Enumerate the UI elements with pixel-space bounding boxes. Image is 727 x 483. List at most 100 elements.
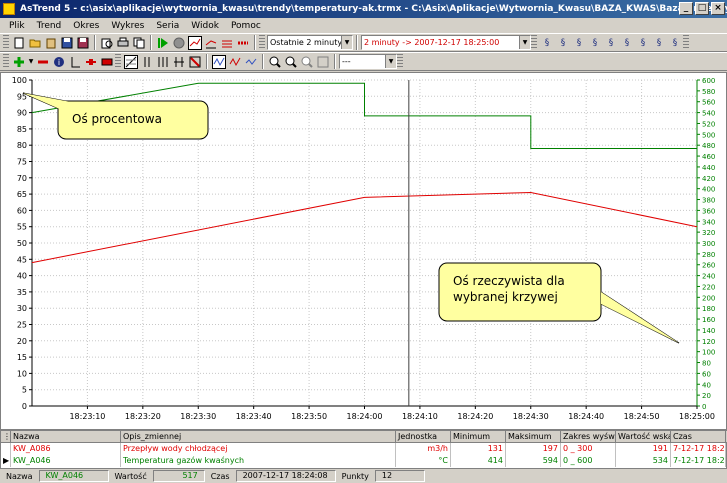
wave-2-icon[interactable] — [228, 55, 242, 69]
new-file-icon[interactable] — [12, 36, 26, 50]
menu-pomoc[interactable]: Pomoc — [225, 21, 267, 31]
x-axis-tick-label: 18:23:40 — [236, 412, 272, 421]
maximize-button[interactable]: □ — [695, 2, 709, 15]
nav-next-page-icon[interactable]: § — [636, 36, 650, 50]
nav-prev-page-icon[interactable]: § — [556, 36, 570, 50]
zoom-reset-icon[interactable] — [188, 55, 202, 69]
x-axis-tick-label: 18:24:40 — [568, 412, 604, 421]
stop-icon[interactable] — [172, 36, 186, 50]
table-header-max[interactable]: Maksimum — [506, 431, 561, 443]
grid-toggle-icon[interactable] — [124, 54, 138, 69]
menu-okres[interactable]: Okres — [67, 21, 105, 31]
line-style-select-value: --- — [342, 57, 351, 66]
left-axis-tick-label: 55 — [17, 223, 27, 232]
menu-plik[interactable]: Plik — [3, 21, 31, 31]
nav-prev-icon[interactable]: § — [572, 36, 586, 50]
status-points-label: Punkty — [341, 471, 369, 481]
wave-3-icon[interactable] — [244, 55, 258, 69]
series-color-icon[interactable] — [100, 55, 114, 69]
zoom-area-icon[interactable] — [300, 55, 314, 69]
x-axis-tick-label: 18:24:20 — [457, 412, 493, 421]
table-header-unit[interactable]: Jednostka — [396, 431, 451, 443]
row-name: KW_A046 — [11, 455, 121, 467]
right-axis-tick-label: 300 — [702, 240, 715, 248]
right-axis-tick-label: 460 — [702, 153, 715, 161]
toolbar-separator — [356, 35, 358, 50]
toolbar-grip[interactable] — [531, 35, 537, 50]
x-axis-tick-label: 18:24:10 — [402, 412, 438, 421]
toolbar-separator — [94, 35, 96, 50]
line-marker-icon[interactable] — [84, 55, 98, 69]
status-name-label: Nazwa — [6, 471, 33, 481]
chevron-down-icon[interactable]: ▼ — [341, 36, 352, 49]
toolbar-grip[interactable] — [683, 35, 689, 50]
axis-left-icon[interactable] — [68, 55, 82, 69]
zoom-in-icon[interactable] — [268, 55, 282, 69]
trend-chart[interactable]: 0 5 10 15 20 25 30 35 40 45 50 55 60 65 70 75 80 85 90 95 10… — [0, 72, 727, 430]
open-folder-icon[interactable] — [28, 36, 42, 50]
copy-icon[interactable] — [132, 36, 146, 50]
print-preview-icon[interactable] — [100, 36, 114, 50]
table-row[interactable]: KW_A086 Przepływ wody chłodzącej m3/h 13… — [1, 443, 727, 455]
menu-trend[interactable]: Trend — [31, 21, 68, 31]
series-table[interactable]: ⋮ Nazwa Opis_zmiennej Jednostka Minimum … — [0, 430, 727, 469]
table-header-range[interactable]: Zakres wyświe — [561, 431, 616, 443]
menu-wykres[interactable]: Wykres — [105, 21, 150, 31]
minimize-button[interactable]: _ — [679, 2, 693, 15]
menu-widok[interactable]: Widok — [185, 21, 225, 31]
app-icon — [3, 3, 15, 15]
table-header-min[interactable]: Minimum — [451, 431, 506, 443]
save-icon[interactable] — [60, 36, 74, 50]
chart-style-3-icon[interactable] — [220, 36, 234, 50]
nav-last-icon[interactable]: § — [652, 36, 666, 50]
right-axis-tick-label: 140 — [702, 327, 715, 335]
chart-style-1-icon[interactable] — [188, 35, 202, 50]
nav-step-forward-icon[interactable]: § — [604, 36, 618, 50]
toolbar-grip[interactable] — [397, 54, 403, 69]
right-axis-tick-label: 320 — [702, 229, 715, 237]
nav-first-icon[interactable]: § — [540, 36, 554, 50]
trend-chart-svg[interactable]: 0510152025303540455055606570758085909510… — [1, 73, 726, 429]
chevron-down-icon[interactable]: ▼ — [519, 36, 530, 49]
right-axis-tick-label: 160 — [702, 316, 715, 324]
svg-text:i: i — [58, 58, 60, 67]
toolbar-grip[interactable] — [3, 54, 9, 69]
cursor-double-icon[interactable] — [172, 55, 186, 69]
toolbar-grip[interactable] — [3, 35, 9, 50]
cursor-icon[interactable] — [140, 55, 154, 69]
table-header-time[interactable]: Czas — [671, 431, 726, 443]
dropdown-arrow-icon[interactable]: ▼ — [28, 55, 34, 69]
period-select[interactable]: Ostatnie 2 minuty ▼ — [267, 35, 353, 50]
table-row[interactable]: ▶ KW_A046 Temperatura gazów kwaśnych °C … — [1, 455, 727, 467]
play-icon[interactable] — [156, 36, 170, 50]
add-series-icon[interactable] — [12, 55, 26, 69]
chart-style-4-icon[interactable] — [236, 36, 250, 50]
status-time-label: Czas — [210, 471, 230, 481]
chart-style-2-icon[interactable] — [204, 36, 218, 50]
menu-seria[interactable]: Seria — [150, 21, 185, 31]
toolbar-grip[interactable] — [115, 54, 121, 69]
close-button[interactable]: × — [711, 2, 725, 15]
info-icon[interactable]: i — [52, 55, 66, 69]
nav-next-icon[interactable]: § — [620, 36, 634, 50]
toolbar-grip[interactable] — [259, 35, 265, 50]
table-header-name[interactable]: Nazwa — [11, 431, 121, 443]
table-header-value[interactable]: Wartość wskaz — [616, 431, 671, 443]
nav-step-back-icon[interactable]: § — [588, 36, 602, 50]
cursor-sync-icon[interactable] — [156, 55, 170, 69]
chevron-down-icon[interactable]: ▼ — [385, 55, 396, 68]
status-value-value: 517 — [152, 470, 205, 482]
range-select[interactable]: 2 minuty -> 2007-12-17 18:25:00 ▼ — [361, 35, 531, 50]
range-select-value: 2 minuty -> 2007-12-17 18:25:00 — [364, 38, 500, 47]
table-header-desc[interactable]: Opis_zmiennej — [121, 431, 396, 443]
zoom-fit-icon[interactable] — [316, 55, 330, 69]
open-db-icon[interactable] — [44, 36, 58, 50]
wave-1-icon[interactable] — [212, 54, 226, 69]
print-icon[interactable] — [116, 36, 130, 50]
status-bar: Nazwa KW_A046 Wartość 517 Czas 2007-12-1… — [0, 469, 727, 483]
remove-series-icon[interactable] — [36, 55, 50, 69]
line-style-select[interactable]: --- ▼ — [339, 54, 397, 69]
save-as-icon[interactable] — [76, 36, 90, 50]
nav-now-icon[interactable]: § — [668, 36, 682, 50]
zoom-out-icon[interactable] — [284, 55, 298, 69]
